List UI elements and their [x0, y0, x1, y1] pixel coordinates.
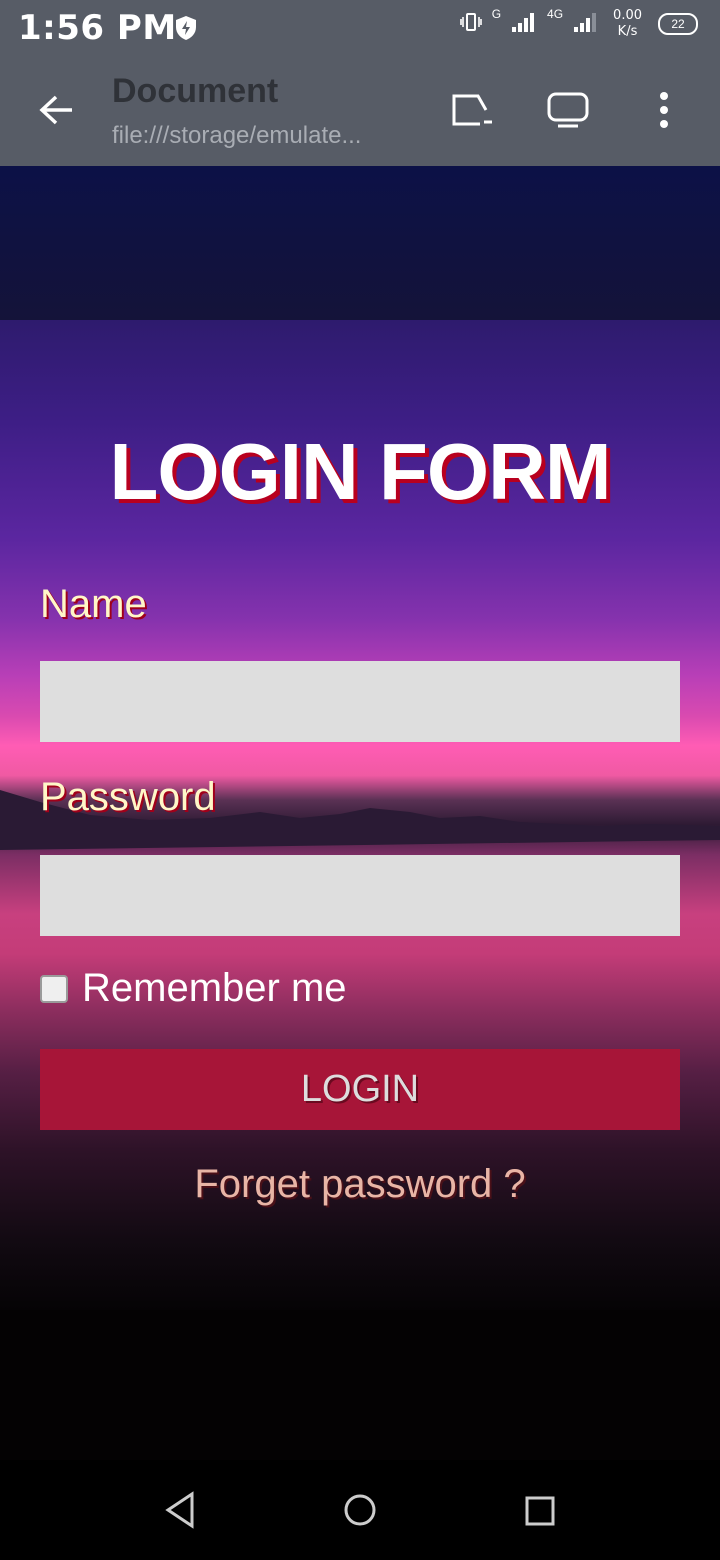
- cast-icon[interactable]: [450, 90, 494, 135]
- login-button[interactable]: LOGIN: [40, 1049, 680, 1130]
- remember-me-label[interactable]: Remember me: [82, 966, 347, 1011]
- vibrate-icon: [459, 11, 482, 38]
- network-speed: 0.00 K/s: [613, 8, 642, 40]
- form-title: LOGIN FORM: [109, 427, 611, 516]
- shield-icon: [175, 15, 197, 46]
- desktop-icon[interactable]: [546, 90, 590, 135]
- speed-unit: K/s: [617, 24, 638, 39]
- name-label: Name: [40, 582, 147, 626]
- remember-me-checkbox[interactable]: [40, 974, 68, 1003]
- system-nav-bar: [0, 1460, 720, 1560]
- page-title: Document: [112, 72, 279, 110]
- speed-value: 0.00: [613, 8, 642, 23]
- password-input[interactable]: [40, 855, 680, 936]
- password-label: Password: [40, 775, 216, 819]
- page-footer-background: [0, 1310, 720, 1460]
- status-time: 1:56 PM: [18, 8, 177, 48]
- nav-home-icon[interactable]: [342, 1490, 378, 1535]
- remember-me-row: Remember me: [40, 966, 347, 1011]
- more-vert-icon[interactable]: [654, 90, 674, 135]
- forgot-password-link[interactable]: Forget password ?: [0, 1162, 720, 1207]
- back-arrow-icon[interactable]: [36, 90, 76, 135]
- page-url: file:///storage/emulate...: [112, 122, 362, 149]
- signal-icon: [573, 11, 603, 38]
- status-bar: 1:56 PM G 4G 0.00 K/s 22: [0, 0, 720, 56]
- name-input[interactable]: [40, 661, 680, 742]
- network-type-1: G: [491, 7, 502, 21]
- battery-indicator: 22: [658, 13, 698, 35]
- page-header-background: [0, 166, 720, 320]
- browser-toolbar: Document file:///storage/emulate...: [0, 56, 720, 166]
- nav-recents-icon[interactable]: [522, 1490, 558, 1535]
- nav-back-icon[interactable]: [162, 1490, 198, 1535]
- status-indicators: G 4G 0.00 K/s 22: [459, 7, 698, 40]
- signal-icon: [511, 11, 537, 38]
- network-type-2: 4G: [547, 7, 564, 21]
